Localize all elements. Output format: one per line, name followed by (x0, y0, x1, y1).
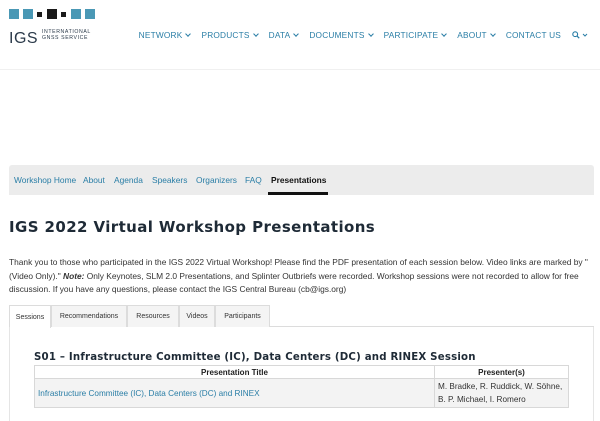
tab-participants[interactable]: Participants (215, 305, 270, 327)
presentation-link[interactable]: Infrastructure Committee (IC), Data Cent… (34, 378, 435, 408)
logo-square-4 (47, 9, 57, 19)
subnav-organizers[interactable]: Organizers (196, 175, 237, 185)
subnav-about[interactable]: About (83, 175, 105, 185)
logo-square-1 (9, 9, 19, 19)
tab-resources[interactable]: Resources (127, 305, 179, 327)
nav-products-label: PRODUCTS (201, 30, 250, 40)
nav-network-label: NETWORK (138, 30, 183, 40)
subnav-faq[interactable]: FAQ (245, 175, 262, 185)
chevron-down-icon (293, 30, 300, 37)
nav-participate[interactable]: PARTICIPATE (383, 30, 448, 40)
logo-subtitle: INTERNATIONAL GNSS SERVICE (42, 29, 91, 41)
main-nav: NETWORK PRODUCTS DATA DOCUMENTS PARTICIP… (128, 30, 588, 40)
intro-text-2: Only Keynotes, SLM 2.0 Presentations, an… (9, 270, 579, 295)
chevron-down-icon (367, 30, 374, 37)
nav-contact-us-label: CONTACT US (505, 30, 561, 40)
logo-text: IGS (9, 30, 39, 47)
chevron-down-icon (252, 30, 259, 37)
nav-data-label: DATA (268, 30, 291, 40)
logo-square-7 (85, 9, 95, 19)
search-button[interactable] (572, 31, 588, 39)
search-icon (572, 31, 580, 39)
nav-products[interactable]: PRODUCTS (201, 30, 259, 40)
chevron-down-icon (582, 33, 588, 37)
session-table: Presentation Title Presenter(s) Infrastr… (34, 365, 569, 408)
table-header-row: Presentation Title Presenter(s) (34, 365, 569, 379)
logo-square-2 (23, 9, 33, 19)
nav-participate-label: PARTICIPATE (383, 30, 439, 40)
session-title: S01 – Infrastructure Committee (IC), Dat… (34, 352, 476, 363)
intro-paragraph: Thank you to those who participated in t… (9, 256, 589, 297)
logo-square-5 (61, 12, 66, 17)
tab-sessions[interactable]: Sessions (9, 305, 51, 328)
header-presentation-title: Presentation Title (34, 365, 435, 379)
chevron-down-icon (489, 30, 496, 37)
header-presenters: Presenter(s) (434, 365, 569, 379)
chevron-down-icon (441, 30, 448, 37)
nav-documents[interactable]: DOCUMENTS (309, 30, 374, 40)
logo-square-3 (37, 12, 42, 17)
site-header: IGS INTERNATIONAL GNSS SERVICE NETWORK P… (0, 0, 600, 70)
page-title: IGS 2022 Virtual Workshop Presentations (9, 218, 376, 236)
chevron-down-icon (185, 30, 192, 37)
tab-videos[interactable]: Videos (179, 305, 215, 327)
active-tab-indicator (268, 192, 328, 195)
nav-network[interactable]: NETWORK (138, 30, 192, 40)
subnav-workshop-home[interactable]: Workshop Home (14, 175, 76, 185)
logo-square-6 (71, 9, 81, 19)
nav-about[interactable]: ABOUT (457, 30, 496, 40)
subnav-agenda[interactable]: Agenda (114, 175, 143, 185)
presenters-cell: M. Bradke, R. Ruddick, W. Söhne, B. P. M… (434, 378, 569, 408)
tab-recommendations[interactable]: Recommendations (51, 305, 127, 327)
workshop-subnav: Workshop Home About Agenda Speakers Orga… (9, 165, 594, 195)
subnav-speakers[interactable]: Speakers (152, 175, 187, 185)
igs-logo[interactable]: IGS INTERNATIONAL GNSS SERVICE (9, 9, 99, 49)
subnav-presentations[interactable]: Presentations (271, 175, 326, 185)
nav-documents-label: DOCUMENTS (309, 30, 365, 40)
table-row: Infrastructure Committee (IC), Data Cent… (34, 378, 569, 408)
intro-note-label: Note: (63, 270, 85, 281)
content-tabs: Sessions Recommendations Resources Video… (9, 305, 594, 328)
nav-data[interactable]: DATA (268, 30, 300, 40)
nav-about-label: ABOUT (457, 30, 487, 40)
nav-contact-us[interactable]: CONTACT US (506, 30, 561, 40)
